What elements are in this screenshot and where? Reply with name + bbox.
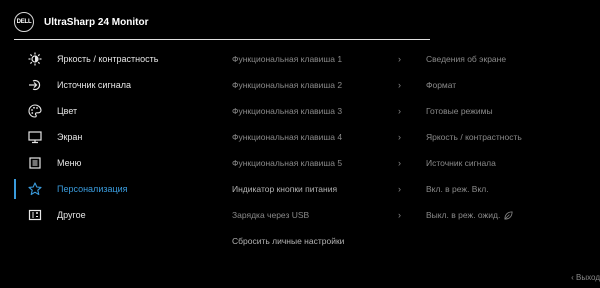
menu-item-menu[interactable]: Меню <box>14 150 214 176</box>
header-divider <box>14 39 430 40</box>
eco-leaf-icon <box>504 210 513 220</box>
setting-function-key-1[interactable]: Функциональная клавиша 1 <box>232 46 422 72</box>
setting-function-key-3[interactable]: Функциональная клавиша 3 <box>232 98 422 124</box>
menu-icon <box>28 156 42 170</box>
setting-value: Выкл. в реж. ожид. <box>426 210 501 220</box>
menu-item-label: Цвет <box>57 106 78 116</box>
chevron-right-icon: › <box>398 184 401 194</box>
setting-reset-personalization[interactable]: Сбросить личные настройки <box>232 228 422 254</box>
exit-button[interactable]: ‹ Выход <box>571 273 600 282</box>
setting-value: Готовые режимы <box>426 106 493 116</box>
input-source-icon <box>28 78 42 92</box>
setting-function-key-4[interactable]: Функциональная клавиша 4 <box>232 124 422 150</box>
setting-value: Источник сигнала <box>426 158 496 168</box>
color-palette-icon <box>28 104 42 118</box>
menu-item-input-source[interactable]: Источник сигнала <box>14 72 214 98</box>
settings-list: Функциональная клавиша 1 Функциональная … <box>232 46 422 254</box>
chevron-right-icon: › <box>398 158 401 168</box>
menu-item-label: Источник сигнала <box>57 80 131 90</box>
monitor-osd: DELL UltraSharp 24 Monitor Яркость / кон… <box>0 0 600 288</box>
monitor-title: UltraSharp 24 Monitor <box>44 16 149 28</box>
menu-item-display[interactable]: Экран <box>14 124 214 150</box>
setting-value: Формат <box>426 80 457 90</box>
menu-item-label: Яркость / контрастность <box>57 54 159 64</box>
menu-item-others[interactable]: Другое <box>14 202 214 228</box>
setting-value-row: Выкл. в реж. ожид. <box>426 202 596 228</box>
menu-item-label: Персонализация <box>57 184 128 194</box>
osd-header: DELL UltraSharp 24 Monitor <box>14 10 148 34</box>
submenu-arrows: › › › › › › › <box>398 46 410 228</box>
others-icon <box>28 208 42 222</box>
setting-value: Яркость / контрастность <box>426 132 522 142</box>
chevron-right-icon: › <box>398 210 401 220</box>
menu-item-brightness[interactable]: Яркость / контрастность <box>14 46 214 72</box>
menu-item-label: Меню <box>57 158 82 168</box>
brightness-icon <box>28 52 42 66</box>
chevron-right-icon: › <box>398 132 401 142</box>
menu-item-label: Другое <box>57 210 86 220</box>
setting-function-key-5[interactable]: Функциональная клавиша 5 <box>232 150 422 176</box>
display-monitor-icon <box>28 130 42 144</box>
menu-item-personalize[interactable]: Персонализация <box>14 176 214 202</box>
menu-item-label: Экран <box>57 132 83 142</box>
chevron-right-icon: › <box>398 54 401 64</box>
setting-value: Вкл. в реж. Вкл. <box>426 184 489 194</box>
setting-usb-charging[interactable]: Зарядка через USB <box>232 202 422 228</box>
menu-item-color[interactable]: Цвет <box>14 98 214 124</box>
setting-function-key-2[interactable]: Функциональная клавиша 2 <box>232 72 422 98</box>
dell-logo: DELL <box>14 12 34 32</box>
setting-power-button-led[interactable]: Индикатор кнопки питания <box>232 176 422 202</box>
chevron-right-icon: › <box>398 80 401 90</box>
star-icon <box>28 182 42 196</box>
selection-indicator <box>14 179 16 199</box>
setting-value: Сведения об экране <box>426 54 507 64</box>
chevron-right-icon: › <box>398 106 401 116</box>
main-menu: Яркость / контрастность Источник сигнала… <box>14 46 214 228</box>
setting-values: Сведения об экране Формат Готовые режимы… <box>426 46 596 228</box>
